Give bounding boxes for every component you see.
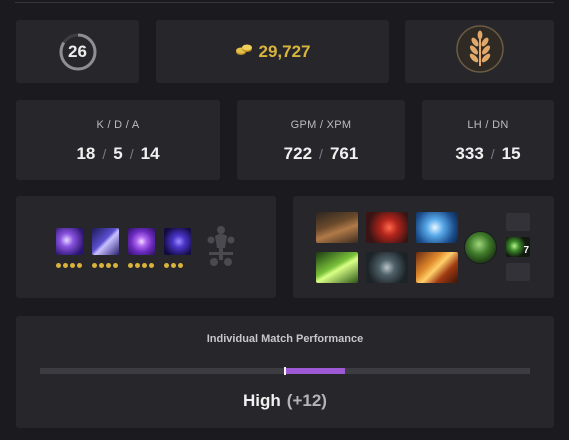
ability-level-dots xyxy=(92,263,118,269)
talent-tree-icon[interactable] xyxy=(205,224,237,273)
boots-icon[interactable] xyxy=(316,212,358,243)
performance-bar-marker xyxy=(284,367,286,375)
badge-card xyxy=(405,20,554,83)
separator: / xyxy=(102,146,107,162)
ability-level-dots xyxy=(56,263,82,269)
gold-card: 29,727 xyxy=(156,20,389,83)
spiral-icon[interactable] xyxy=(128,228,155,255)
skull-mask-icon[interactable] xyxy=(366,252,408,283)
separator: / xyxy=(129,146,134,162)
kills-value: 18 xyxy=(76,144,96,163)
kda-label: K / D / A xyxy=(96,119,140,131)
wheat-laurel-icon xyxy=(455,24,505,79)
lh-dn-label: LH / DN xyxy=(467,119,509,131)
blood-claw-icon[interactable] xyxy=(366,212,408,243)
assists-value: 14 xyxy=(140,144,160,163)
item-charge-count: 7 xyxy=(523,245,529,256)
backpack-slot-empty[interactable] xyxy=(506,213,530,231)
gpm-xpm-label: GPM / XPM xyxy=(290,119,352,131)
crossed-swords-icon[interactable] xyxy=(416,252,458,283)
ability-level-dots xyxy=(128,263,154,269)
performance-rating: High xyxy=(243,391,281,410)
last-hits-value: 333 xyxy=(455,144,484,163)
neutral-hood-icon[interactable] xyxy=(465,232,496,263)
items-card: 7 xyxy=(293,196,554,298)
abilities-card xyxy=(16,196,276,298)
performance-title: Individual Match Performance xyxy=(206,333,364,345)
separator: / xyxy=(490,146,495,162)
xpm-value: 761 xyxy=(329,144,359,163)
separator: / xyxy=(319,146,323,162)
backpack-slot-empty[interactable] xyxy=(506,263,530,281)
lh-dn-card: LH / DN 333 / 15 xyxy=(422,100,554,180)
green-blade-icon[interactable] xyxy=(316,252,358,283)
denies-value: 15 xyxy=(501,144,521,163)
performance-card: Individual Match Performance High (+12) xyxy=(16,316,554,428)
gpm-xpm-card: GPM / XPM 722 / 761 xyxy=(237,100,405,180)
ability-level-dots xyxy=(164,263,183,269)
dark-orb-icon[interactable] xyxy=(164,228,191,255)
hero-level: 26 xyxy=(68,41,87,61)
kda-card: K / D / A 18 / 5 / 14 xyxy=(16,100,220,180)
performance-bar-fill xyxy=(285,368,345,374)
top-divider xyxy=(15,2,554,3)
green-orb-icon[interactable]: 7 xyxy=(506,237,530,257)
level-ring: 26 xyxy=(58,32,98,72)
performance-delta: (+12) xyxy=(286,391,327,410)
deaths-value: 5 xyxy=(113,144,123,163)
shadow-wave-icon[interactable] xyxy=(92,228,119,255)
void-vortex-icon[interactable] xyxy=(56,228,83,255)
lightning-icon[interactable] xyxy=(416,212,458,243)
performance-bar xyxy=(40,367,530,375)
gold-coins-icon xyxy=(235,42,253,62)
gpm-value: 722 xyxy=(283,144,313,163)
gold-value: 29,727 xyxy=(258,41,311,61)
hero-level-card: 26 xyxy=(16,20,139,83)
